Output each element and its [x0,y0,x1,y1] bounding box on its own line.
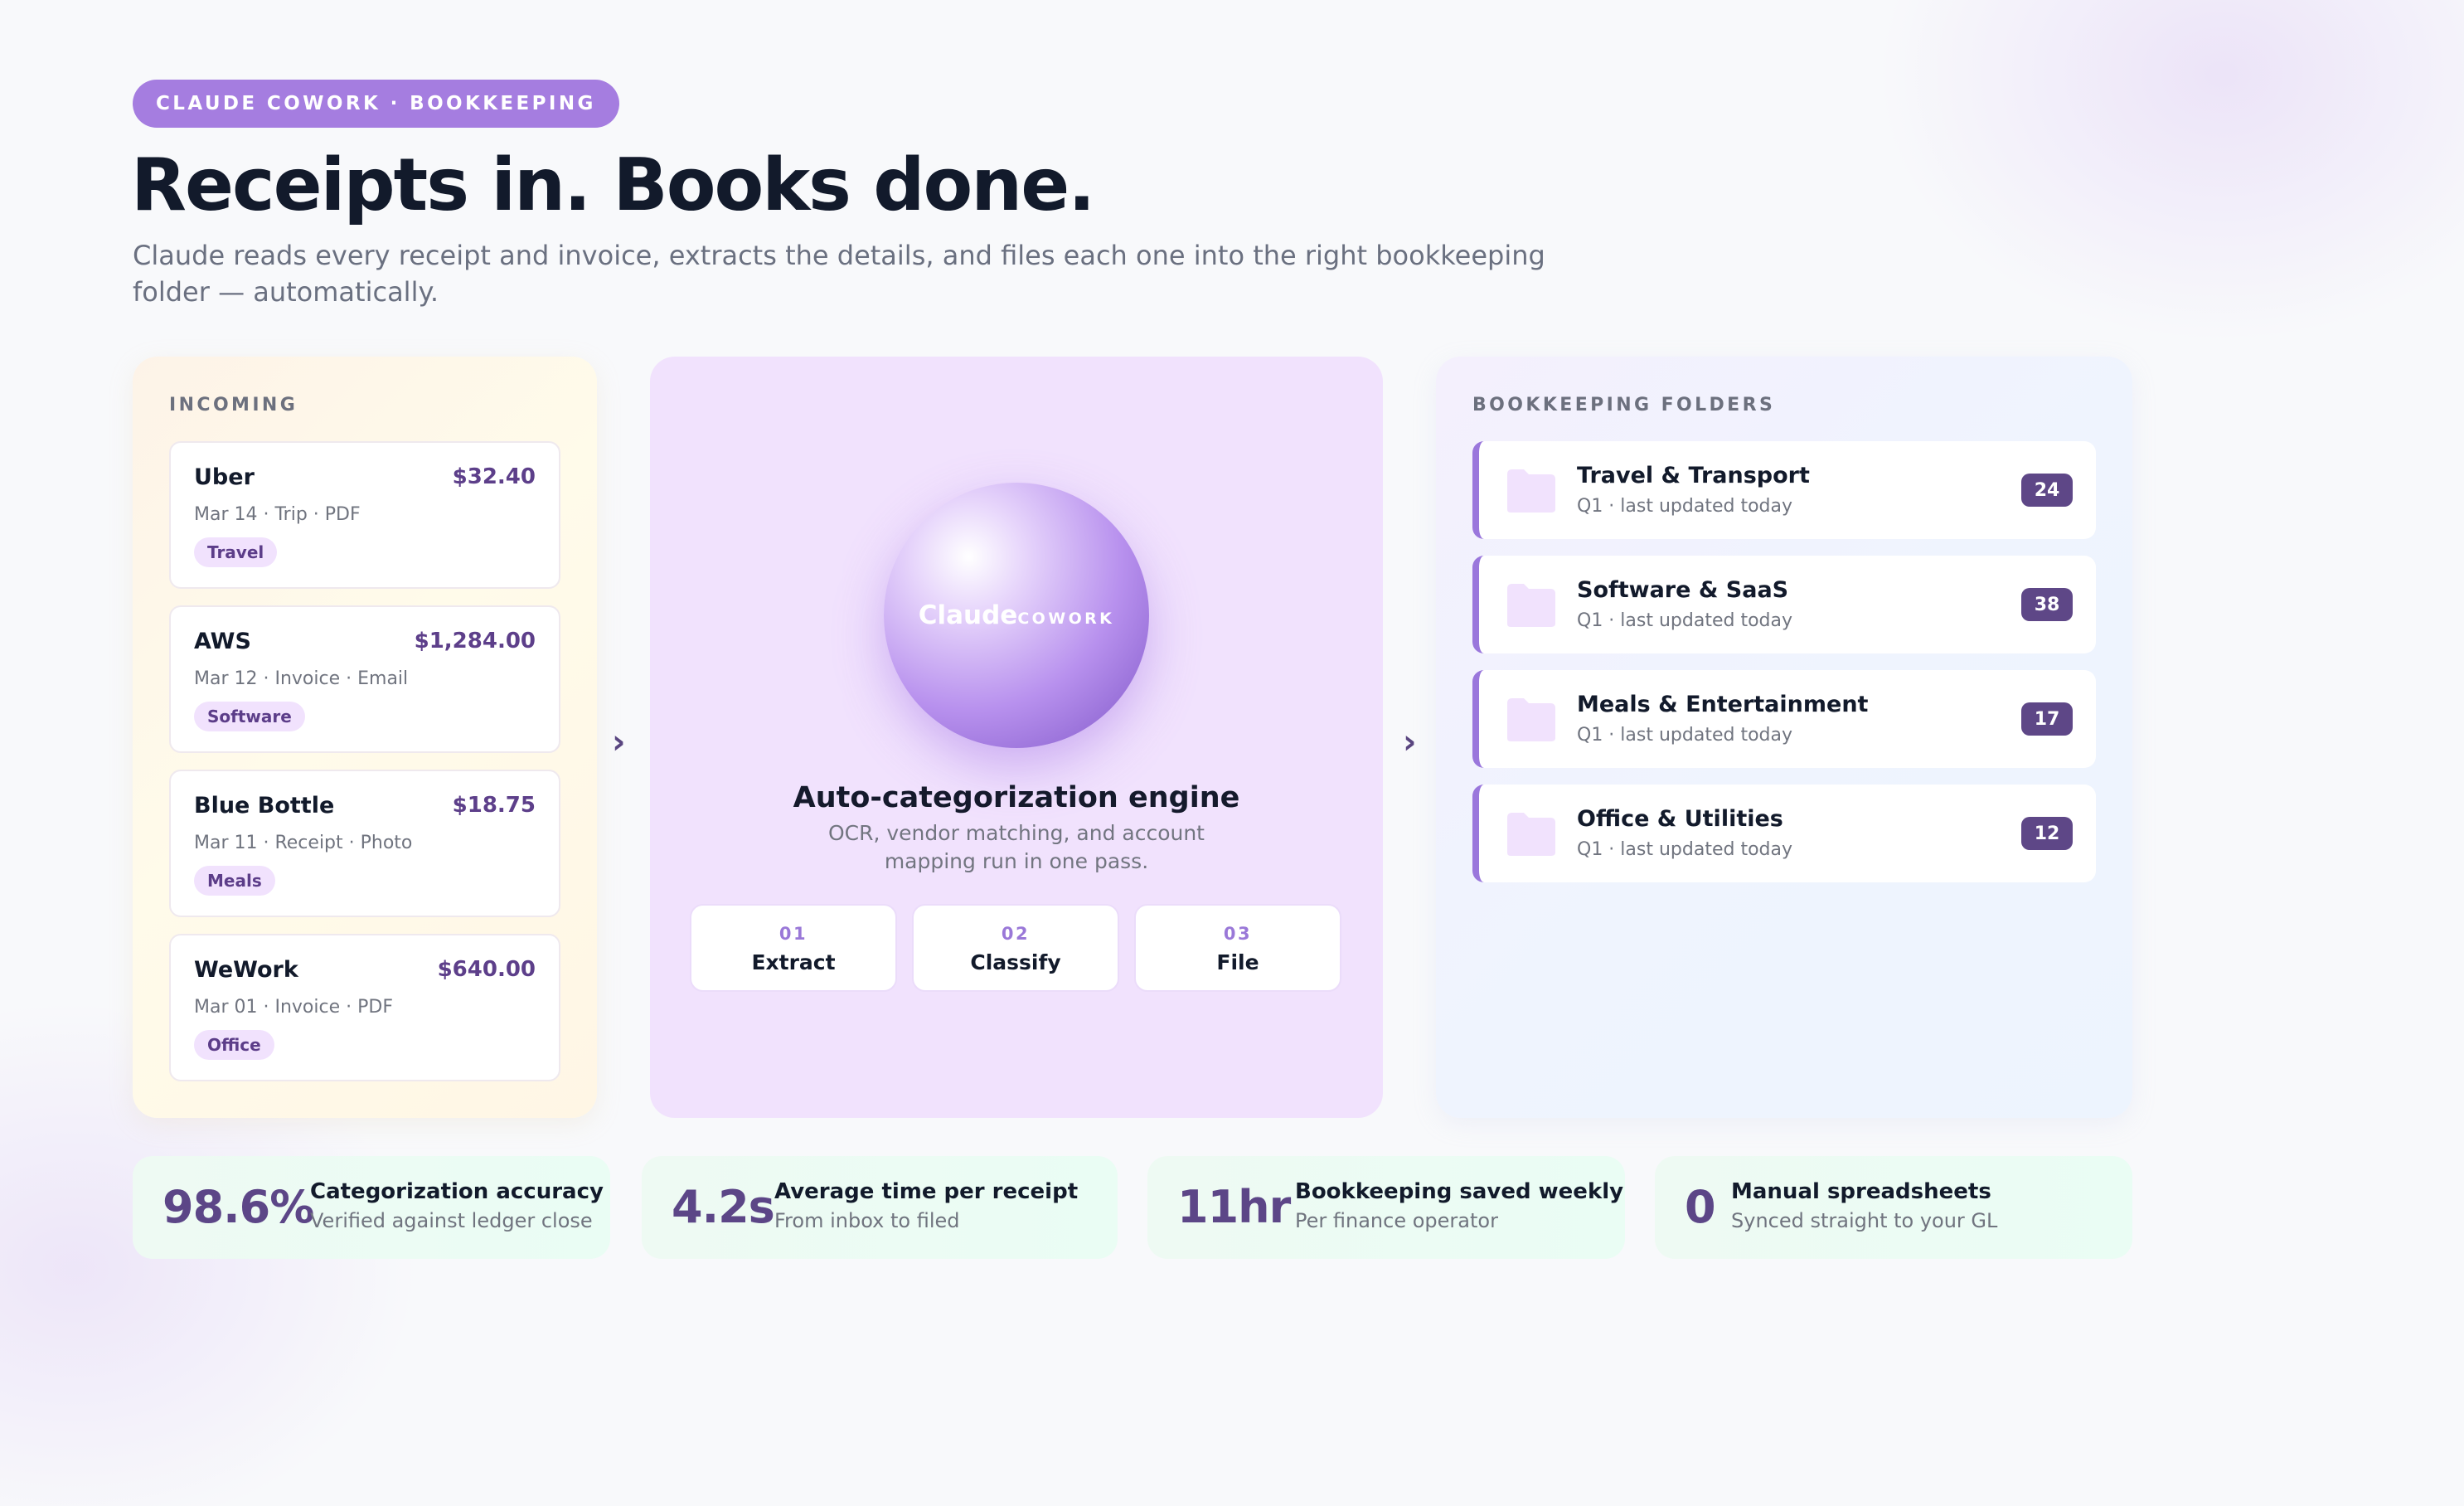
stat-label: Bookkeeping saved weekly [1295,1179,1624,1204]
stat-sub: Verified against ledger close [310,1209,593,1232]
stat-value: 98.6% [162,1181,314,1233]
folder-meta: Q1 · last updated today [1577,839,1792,860]
folder-count-badge: 12 [2021,817,2073,850]
folder-office-utilities[interactable]: Office & Utilities Q1 · last updated tod… [1472,785,2096,882]
stat-value: 0 [1685,1181,1716,1233]
receipt-amount: $640.00 [437,957,536,982]
receipt-tag: Travel [194,537,278,567]
orb-sub: COWORK [1017,610,1115,628]
receipt-card[interactable]: AWS $1,284.00 Mar 12 · Invoice · Email S… [169,605,560,753]
incoming-label: INCOMING [169,395,298,415]
receipt-amount: $1,284.00 [414,629,536,653]
stat-sub: From inbox to filed [774,1209,960,1232]
folder-meals-entertainment[interactable]: Meals & Entertainment Q1 · last updated … [1472,670,2096,768]
hero-subtitle: Claude reads every receipt and invoice, … [133,240,1545,308]
folder-count-badge: 24 [2021,474,2073,507]
folder-meta: Q1 · last updated today [1577,496,1792,517]
engine-panel: ClaudeCOWORK Auto-categorization engine … [650,357,1383,1118]
stat-spreadsheets: 0 Manual spreadsheets Synced straight to… [1655,1156,2132,1259]
folder-name: Meals & Entertainment [1577,692,1869,717]
step-name: Extract [751,950,836,974]
orb-logo: ClaudeCOWORK [884,600,1149,630]
stat-value: 4.2s [672,1181,775,1233]
folder-software-saas[interactable]: Software & SaaS Q1 · last updated today … [1472,556,2096,653]
stat-value: 11hr [1177,1181,1291,1233]
folder-name: Travel & Transport [1577,463,1810,488]
claude-orb: ClaudeCOWORK [884,483,1149,748]
receipt-card[interactable]: Blue Bottle $18.75 Mar 11 · Receipt · Ph… [169,770,560,917]
step-number: 01 [778,924,808,944]
orb-brand: Claude [918,600,1018,630]
stat-label: Average time per receipt [774,1179,1079,1204]
folder-icon [1507,813,1555,856]
folder-icon [1507,584,1555,627]
folder-travel-transport[interactable]: Travel & Transport Q1 · last updated tod… [1472,441,2096,539]
receipt-amount: $32.40 [452,464,536,489]
step-classify: 02 Classify [912,904,1119,992]
folder-name: Office & Utilities [1577,806,1783,832]
engine-description: OCR, vendor matching, and account mappin… [827,821,1205,873]
receipt-vendor: AWS [194,629,251,654]
receipt-vendor: Blue Bottle [194,793,335,819]
eyebrow-badge: CLAUDE COWORK · BOOKKEEPING [133,80,619,128]
stat-sub: Per finance operator [1295,1209,1498,1232]
receipt-meta: Mar 01 · Invoice · PDF [194,997,393,1018]
folder-icon [1507,469,1555,513]
folder-meta: Q1 · last updated today [1577,725,1792,746]
hero-title: Receipts in. Books done. [131,143,1095,227]
receipt-vendor: Uber [194,464,255,490]
receipt-amount: $18.75 [452,793,536,818]
incoming-panel: INCOMING Uber $32.40 Mar 14 · Trip · PDF… [133,357,597,1118]
chevron-right-icon: › [612,723,626,761]
receipt-tag: Software [194,702,305,731]
folder-icon [1507,698,1555,741]
folders-label: BOOKKEEPING FOLDERS [1472,395,1776,415]
receipt-vendor: WeWork [194,957,298,983]
folder-count-badge: 17 [2021,702,2073,736]
background-glow [1849,0,2464,365]
step-file: 03 File [1134,904,1341,992]
stat-accuracy: 98.6% Categorization accuracy Verified a… [133,1156,610,1259]
folder-count-badge: 38 [2021,588,2073,621]
stat-time: 4.2s Average time per receipt From inbox… [642,1156,1118,1259]
chevron-right-icon: › [1403,723,1417,761]
receipt-card[interactable]: WeWork $640.00 Mar 01 · Invoice · PDF Of… [169,934,560,1081]
folders-panel: BOOKKEEPING FOLDERS Travel & Transport Q… [1436,357,2132,1118]
receipt-meta: Mar 14 · Trip · PDF [194,504,361,525]
step-number: 02 [1001,924,1031,944]
folder-name: Software & SaaS [1577,577,1789,603]
receipt-tag: Office [194,1030,274,1060]
folder-meta: Q1 · last updated today [1577,610,1792,631]
engine-title: Auto-categorization engine [793,781,1240,814]
receipt-tag: Meals [194,866,275,896]
receipt-meta: Mar 12 · Invoice · Email [194,668,409,689]
stat-hours-saved: 11hr Bookkeeping saved weekly Per financ… [1147,1156,1625,1259]
receipt-meta: Mar 11 · Receipt · Photo [194,833,413,853]
stat-label: Manual spreadsheets [1731,1179,1991,1204]
receipt-card[interactable]: Uber $32.40 Mar 14 · Trip · PDF Travel [169,441,560,589]
stat-sub: Synced straight to your GL [1731,1209,1998,1232]
stat-label: Categorization accuracy [310,1179,604,1204]
page: CLAUDE COWORK · BOOKKEEPING Receipts in.… [0,0,2464,1506]
step-name: File [1216,950,1259,974]
step-number: 03 [1223,924,1253,944]
step-name: Classify [970,950,1061,974]
step-extract: 01 Extract [690,904,897,992]
